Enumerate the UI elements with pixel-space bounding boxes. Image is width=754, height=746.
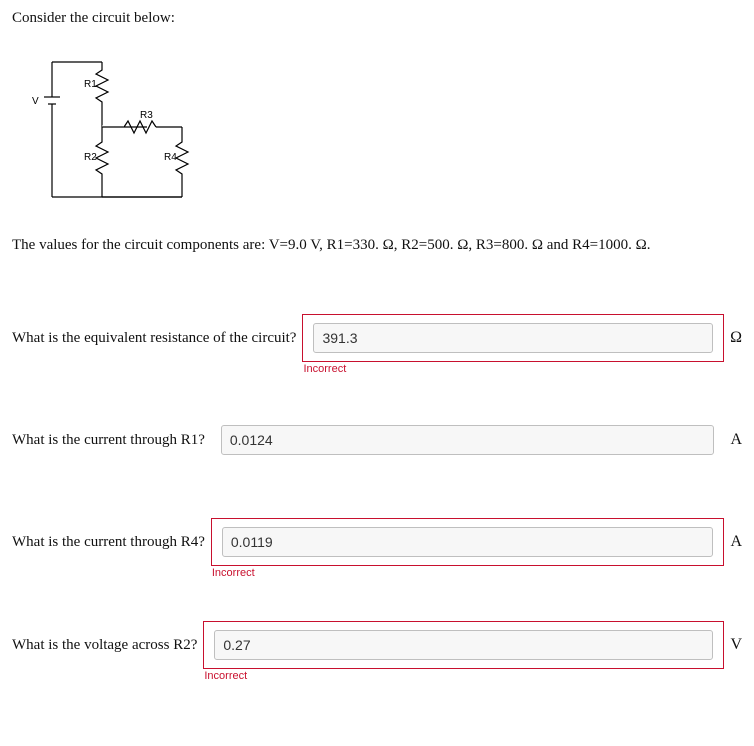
- unit-label: V: [724, 636, 742, 654]
- question-label: What is the voltage across R2?: [12, 637, 203, 654]
- intro-text: Consider the circuit below:: [12, 10, 742, 27]
- unit-label: Ω: [724, 329, 742, 347]
- question-row: What is the voltage across R2? Incorrect…: [12, 621, 742, 669]
- answer-container: Incorrect: [203, 621, 724, 669]
- answer-input[interactable]: [313, 323, 713, 353]
- question-label: What is the equivalent resistance of the…: [12, 330, 302, 347]
- label-r1: R1: [84, 79, 97, 90]
- component-values-text: The values for the circuit components ar…: [12, 237, 742, 254]
- unit-label: A: [724, 533, 742, 551]
- feedback-text: Incorrect: [204, 670, 247, 682]
- label-r2: R2: [84, 152, 97, 163]
- circuit-diagram: V R1 R3 R2 R4: [22, 42, 742, 217]
- answer-input[interactable]: [214, 630, 713, 660]
- answer-input[interactable]: [221, 425, 715, 455]
- answer-container: Incorrect: [211, 518, 725, 566]
- answer-input[interactable]: [222, 527, 714, 557]
- label-v: V: [32, 96, 39, 107]
- question-row: What is the current through R1? A: [12, 417, 742, 463]
- answer-container: Incorrect: [302, 314, 724, 362]
- question-label: What is the current through R1?: [12, 432, 211, 449]
- answer-container: [211, 417, 725, 463]
- label-r3: R3: [140, 110, 153, 121]
- unit-label: A: [724, 431, 742, 449]
- question-row: What is the current through R4? Incorrec…: [12, 518, 742, 566]
- feedback-text: Incorrect: [303, 363, 346, 375]
- question-row: What is the equivalent resistance of the…: [12, 314, 742, 362]
- label-r4: R4: [164, 152, 177, 163]
- feedback-text: Incorrect: [212, 567, 255, 579]
- question-label: What is the current through R4?: [12, 534, 211, 551]
